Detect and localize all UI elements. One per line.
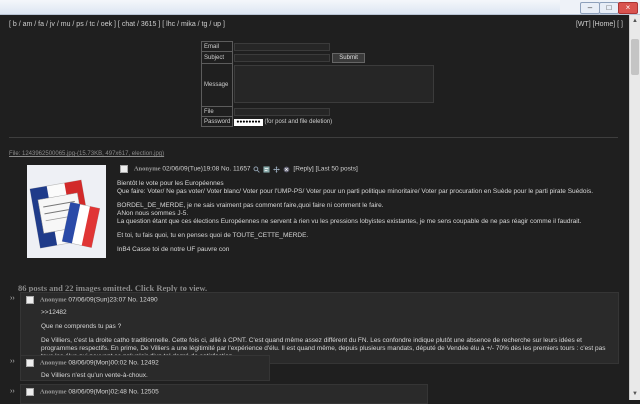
site-navigation[interactable]: [WT] [Home] [ ]	[576, 21, 623, 28]
reply-date: 07/06/09(Sun)23:07	[68, 296, 126, 304]
reply-post: Anonyme 08/06/09(Mon)02:48 No. 12505	[20, 384, 428, 404]
op-paragraph: Bientôt le vote pour les Européennes Que…	[117, 180, 594, 195]
reply-poster-name: Anonyme	[39, 296, 67, 304]
search-icon[interactable]	[253, 166, 261, 173]
password-label: Password	[200, 116, 234, 127]
board-navigation[interactable]: [ b / am / fa / jv / mu / ps / tc / oek …	[9, 21, 225, 28]
reply-marker: ››	[10, 295, 15, 302]
op-checkbox[interactable]	[120, 165, 128, 173]
reply-date: 08/06/09(Mon)02:48	[68, 388, 127, 396]
reply-date: 08/06/09(Mon)00:02	[68, 359, 127, 367]
post-form: Email Subject Submit Message File Passwo…	[200, 41, 441, 127]
scroll-thumb[interactable]	[631, 39, 639, 75]
password-field[interactable]: ●●●●●●●●	[234, 118, 263, 126]
reply-paragraph: Que ne comprends tu pas ?	[41, 322, 122, 330]
page-content: [ b / am / fa / jv / mu / ps / tc / oek …	[0, 15, 629, 404]
op-message: Bientôt le vote pour les Européennes Que…	[117, 180, 622, 257]
reply-poster-name: Anonyme	[39, 388, 67, 396]
reply-post: Anonyme 08/06/09(Mon)00:02 No. 12492 De …	[20, 355, 270, 381]
file-field[interactable]	[234, 107, 331, 116]
close-icon[interactable]	[283, 166, 290, 173]
reply-checkbox[interactable]	[26, 388, 34, 396]
op-paragraph: Et toi, tu fais quoi, tu en penses quoi …	[117, 232, 309, 239]
scroll-up-icon[interactable]: ▲	[631, 17, 639, 25]
file-label: File	[200, 106, 234, 117]
close-window-icon[interactable]: ×	[618, 2, 638, 14]
reply-checkbox[interactable]	[26, 296, 34, 304]
submit-button[interactable]: Submit	[332, 52, 365, 63]
reply-paragraph: De Villiers n'est qu'un vente-à-choux.	[41, 371, 148, 379]
quote-icon[interactable]	[263, 165, 270, 173]
move-icon[interactable]	[273, 165, 280, 173]
op-date: 02/06/09(Tue)19:08	[162, 165, 220, 173]
op-header: Anonyme 02/06/09(Tue)19:08 No. 11657 [Re…	[120, 165, 358, 173]
reply-marker: ››	[10, 388, 15, 395]
minimize-icon[interactable]: –	[580, 2, 600, 14]
reply-header: Anonyme 07/06/09(Sun)23:07 No. 12490	[26, 296, 613, 305]
reply-post: Anonyme 07/06/09(Sun)23:07 No. 12490 >>1…	[20, 292, 619, 364]
reply-post-number[interactable]: No. 12492	[129, 360, 159, 367]
browser-titlebar: – □ ×	[0, 0, 640, 15]
election-card-image	[27, 165, 106, 258]
reply-poster-name: Anonyme	[39, 359, 67, 367]
op-post-number[interactable]: No. 11657	[221, 166, 251, 173]
reply-marker: ››	[10, 358, 15, 365]
reply-header: Anonyme 08/06/09(Mon)00:02 No. 12492	[26, 359, 264, 368]
subject-field[interactable]	[234, 53, 331, 62]
op-paragraph: InB4 Casse toi de notre UF pauvre con	[117, 246, 230, 253]
message-field[interactable]	[234, 65, 435, 103]
reply-post-number[interactable]: No. 12505	[129, 389, 159, 396]
op-reply-link[interactable]: [Reply]	[293, 166, 313, 173]
reply-header: Anonyme 08/06/09(Mon)02:48 No. 12505	[26, 388, 422, 397]
reply-quote-link[interactable]: >>12482	[41, 309, 613, 317]
op-poster-name: Anonyme	[133, 165, 161, 173]
scroll-down-icon[interactable]: ▼	[631, 390, 639, 398]
password-hint: (for post and file deletion)	[264, 118, 333, 125]
email-field[interactable]	[234, 42, 331, 51]
divider	[9, 137, 618, 138]
vertical-scrollbar[interactable]: ▲ ▼	[629, 15, 640, 400]
message-label: Message	[200, 63, 234, 107]
reply-checkbox[interactable]	[26, 359, 34, 367]
op-last50-link[interactable]: [Last 50 posts]	[315, 166, 357, 173]
email-label: Email	[200, 41, 234, 52]
op-thumbnail-image[interactable]	[27, 165, 106, 258]
maximize-icon[interactable]: □	[599, 2, 619, 14]
op-paragraph: BORDEL_DE_MERDE, je ne sais vraiment pas…	[117, 202, 582, 225]
file-info-link[interactable]: File: 1243962500065.jpg-(15.73KB, 497x61…	[9, 151, 164, 157]
browser-tabstrip	[0, 0, 560, 14]
reply-post-number[interactable]: No. 12490	[128, 297, 158, 304]
subject-label: Subject	[200, 51, 234, 64]
